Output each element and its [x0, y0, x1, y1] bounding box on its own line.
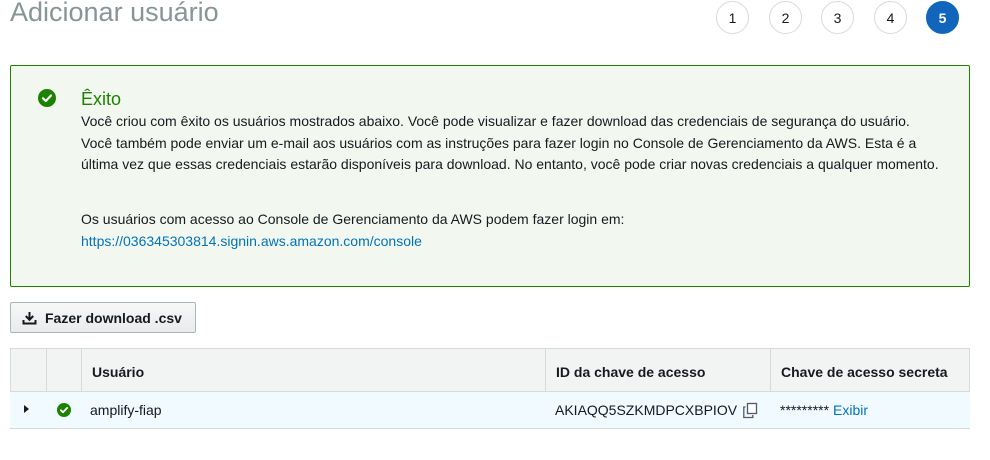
alert-login-text: Os usuários com acesso ao Console de Ger…: [81, 211, 625, 227]
header-expand-col: [11, 349, 46, 391]
header-secret-key[interactable]: Chave de acesso secreta: [770, 349, 970, 391]
show-secret-link[interactable]: Exibir: [833, 402, 868, 418]
cell-secret-key: ********* Exibir: [780, 392, 868, 428]
alert-message: Você criou com êxito os usuários mostrad…: [81, 113, 939, 172]
cell-access-key-id: AKIAQQ5SZKMDPCXBPIOV: [555, 402, 738, 418]
check-circle-icon: [57, 403, 71, 417]
step-2[interactable]: 2: [769, 1, 802, 34]
users-table: Usuário ID da chave de acesso Chave de a…: [10, 348, 970, 429]
caret-right-icon[interactable]: [24, 405, 29, 413]
step-1[interactable]: 1: [716, 1, 749, 34]
step-5[interactable]: 5: [926, 1, 959, 34]
download-csv-button[interactable]: Fazer download .csv: [10, 302, 196, 333]
download-csv-label: Fazer download .csv: [45, 309, 182, 326]
copy-icon[interactable]: [742, 402, 759, 419]
check-circle-icon: [38, 89, 56, 107]
header-status-col: [46, 349, 81, 391]
download-icon: [22, 311, 37, 324]
secret-key-masked: *********: [780, 402, 830, 418]
alert-login-info: Os usuários com acesso ao Console de Ger…: [81, 209, 624, 252]
cell-user: amplify-fiap: [90, 402, 162, 418]
header-user[interactable]: Usuário: [81, 349, 546, 391]
table-header: Usuário ID da chave de acesso Chave de a…: [10, 348, 970, 392]
step-3[interactable]: 3: [821, 1, 854, 34]
console-login-link[interactable]: https://036345303814.signin.aws.amazon.c…: [81, 231, 624, 253]
step-4[interactable]: 4: [874, 1, 907, 34]
page-title: Adicionar usuário: [10, 0, 219, 27]
alert-title: Êxito: [81, 89, 122, 109]
table-row[interactable]: amplify-fiap AKIAQQ5SZKMDPCXBPIOV ******…: [10, 392, 970, 429]
success-alert: Êxito Você criou com êxito os usuários m…: [10, 65, 970, 287]
header-access-key-id[interactable]: ID da chave de acesso: [545, 349, 770, 391]
